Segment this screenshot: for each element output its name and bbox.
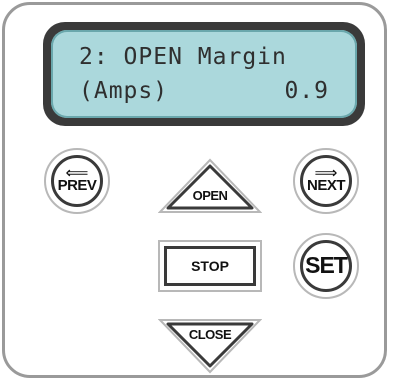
close-label: CLOSE — [188, 327, 232, 342]
lcd-display: 2: OPEN Margin (Amps) 0.9 — [43, 22, 365, 126]
control-panel: 2: OPEN Margin (Amps) 0.9 ⟸ PREV OPEN ⟹ … — [2, 2, 387, 378]
lcd-screen: 2: OPEN Margin (Amps) 0.9 — [51, 30, 357, 118]
next-label: NEXT — [306, 176, 346, 194]
prev-button[interactable]: ⟸ PREV — [44, 148, 110, 214]
next-button[interactable]: ⟹ NEXT — [293, 148, 359, 214]
up-triangle-icon — [158, 158, 262, 213]
prev-label: PREV — [57, 176, 97, 194]
lcd-line-1: 2: OPEN Margin — [79, 44, 287, 70]
close-button[interactable]: CLOSE — [158, 318, 262, 374]
lcd-value: 0.9 — [284, 78, 329, 104]
stop-label: STOP — [191, 258, 229, 274]
set-label: SET — [305, 251, 348, 278]
lcd-line-2: (Amps) 0.9 — [79, 78, 329, 104]
open-button[interactable]: OPEN — [158, 158, 262, 214]
lcd-unit-label: (Amps) — [79, 78, 169, 104]
stop-button[interactable]: STOP — [158, 240, 262, 292]
open-label: OPEN — [192, 188, 228, 203]
set-button[interactable]: SET — [293, 233, 359, 299]
